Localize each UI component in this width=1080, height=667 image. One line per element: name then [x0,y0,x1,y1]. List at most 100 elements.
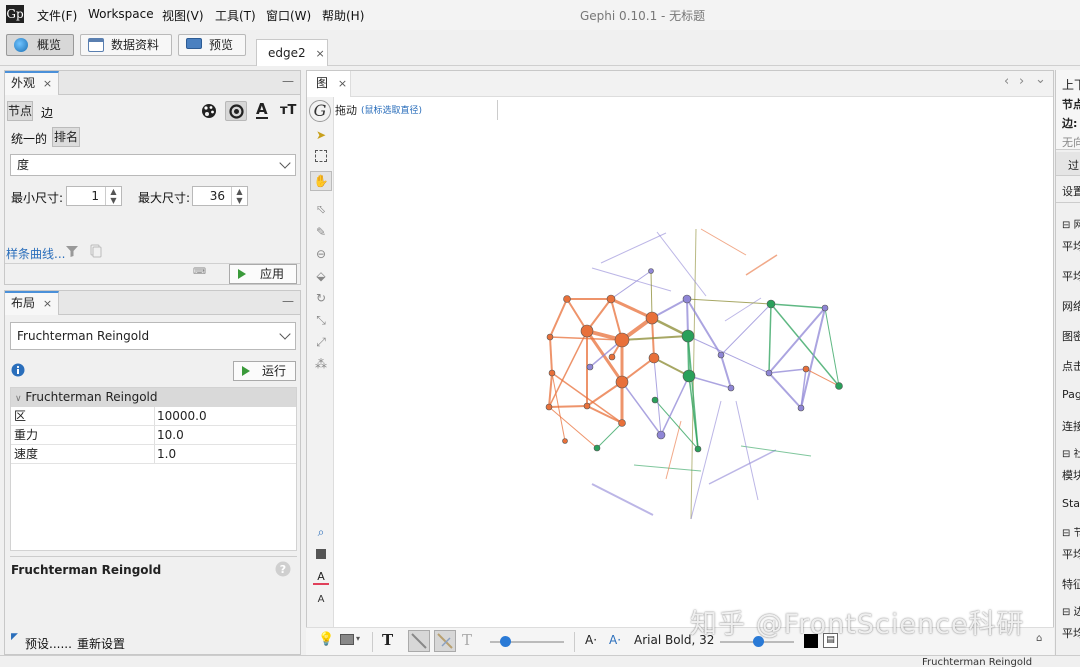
graph-node[interactable] [727,384,735,392]
graph-canvas[interactable] [335,123,1051,628]
edge-pencil-icon[interactable]: ⤡ [313,312,329,328]
heat-map-icon[interactable]: ⁂ [313,356,329,372]
mode-overview-button[interactable]: 概览 [6,34,74,56]
graph-node[interactable] [546,333,554,341]
copy-icon[interactable] [89,244,103,258]
reset-link[interactable]: 重新设置 [77,635,125,652]
attribute-select[interactable]: 度 [10,154,296,176]
graph-node[interactable] [821,304,829,312]
chevron-right-icon[interactable]: › [1019,74,1024,89]
tab-graph[interactable]: 图 × [307,71,351,97]
info-icon[interactable] [11,363,25,377]
graph-node[interactable] [563,295,571,303]
graph-node[interactable] [765,369,773,377]
label-size-icon[interactable]: A [313,592,329,608]
chevron-left-icon[interactable]: ‹ [1004,74,1009,89]
filter-icon[interactable] [65,244,79,258]
label-size-icon[interactable]: тT [280,103,296,118]
graph-node[interactable] [615,375,629,389]
graph-node[interactable] [545,403,553,411]
graph-node[interactable] [802,365,810,373]
chevron-down-icon[interactable]: ⌄ [1035,72,1046,87]
graph-node[interactable] [583,402,591,410]
node-overview-header[interactable]: ⊟ 节 [1062,524,1080,539]
max-size-stepper[interactable]: 36 ▲ ▼ [192,186,248,206]
property-value[interactable]: 1.0 [157,445,176,463]
palette-icon[interactable] [201,103,217,119]
min-size-stepper[interactable]: 1 ▲ ▼ [66,186,122,206]
settings-label[interactable]: 设置 [1062,183,1080,199]
pointer-help-icon[interactable]: ⬁ [313,201,329,217]
close-icon[interactable]: × [338,77,347,90]
presets-link[interactable]: 预设...... [25,635,72,652]
menu-file[interactable]: 文件(F) [37,7,77,24]
property-value[interactable]: 10.0 [157,426,184,444]
graph-node[interactable] [580,324,594,338]
filters-tab[interactable]: 过 [1056,152,1080,176]
network-overview-header[interactable]: ⊟ 网 [1062,216,1080,231]
community-header[interactable]: ⊟ 社 [1062,445,1080,460]
rectangle-select-icon[interactable] [315,150,327,162]
graph-node[interactable] [681,329,695,343]
menu-help[interactable]: 帮助(H) [322,7,364,24]
drag-tool-icon[interactable]: ✋ [310,171,332,191]
graph-node[interactable] [797,404,805,412]
spline-link[interactable]: 样条曲线... [6,245,65,262]
menu-window[interactable]: 窗口(W) [266,7,311,24]
graph-node[interactable] [648,268,654,274]
apply-button[interactable]: 应用 [229,264,297,284]
tab-appearance[interactable]: 外观 × [5,71,60,95]
help-icon[interactable]: ? [275,561,291,577]
edge-overview-header[interactable]: ⊟ 边 [1062,603,1080,618]
stepper-arrows-icon[interactable]: ▲ ▼ [105,187,121,205]
graph-node[interactable] [608,353,616,361]
subtab-nodes[interactable]: 节点 [7,101,33,121]
graph-node[interactable] [656,430,666,440]
workspace-tab[interactable]: edge2 × [256,39,328,66]
graph-node[interactable] [651,396,659,404]
close-icon[interactable]: × [43,297,52,310]
label-color-icon[interactable]: A [256,101,268,119]
menu-workspace[interactable]: Workspace [88,7,154,21]
graph-node[interactable] [682,294,692,304]
zoom-fit-icon[interactable]: ⌕ [313,524,329,540]
mode-data-laboratory-button[interactable]: 数据资料 [80,34,172,56]
shortest-path-icon[interactable]: ⤢ [313,334,329,350]
graph-node[interactable] [835,382,843,390]
collapse-icon[interactable]: ⌂ [1036,633,1042,644]
screenshot-icon[interactable] [340,634,354,645]
minimize-icon[interactable]: — [282,74,294,88]
mode-preview-button[interactable]: 预览 [178,34,246,56]
property-value[interactable]: 10000.0 [157,407,207,425]
graph-node[interactable] [648,352,660,364]
graph-node[interactable] [586,363,594,371]
font-size-up-icon[interactable]: A· [609,633,621,647]
pointer-icon[interactable]: ➤ [313,127,329,143]
graph-node[interactable] [766,299,776,309]
graph-node[interactable] [614,332,630,348]
run-button[interactable]: 运行 [233,361,296,381]
edge-color-toggle[interactable] [408,630,430,652]
close-icon[interactable]: × [315,47,324,60]
paint-bucket-icon[interactable]: ⬙ [313,268,329,284]
menu-view[interactable]: 视图(V) [162,7,204,24]
sizer-icon[interactable]: ⊖ [313,246,329,262]
property-group-header[interactable]: ∨ Fruchterman Reingold [11,388,296,407]
stepper-arrows-icon[interactable]: ▲ ▼ [231,187,247,205]
minimize-icon[interactable]: — [282,294,294,308]
edge-weight-toggle[interactable] [434,630,456,652]
painter-icon[interactable]: ✎ [313,224,329,240]
graph-node[interactable] [593,444,601,452]
graph-node[interactable] [606,294,616,304]
mode-ranking[interactable]: 排名 [52,127,80,147]
rotate-icon[interactable]: ↻ [313,290,329,306]
close-icon[interactable]: × [43,77,52,90]
menu-tools[interactable]: 工具(T) [215,7,256,24]
drag-hint[interactable]: (鼠标选取直径) [361,103,422,116]
subtab-edges[interactable]: 边 [41,104,53,121]
lightbulb-icon[interactable]: 💡 [318,632,334,647]
property-row-area[interactable]: 区 10000.0 [11,407,296,426]
background-color-icon[interactable] [316,549,326,559]
mode-unique[interactable]: 统一的 [11,130,47,147]
graph-node[interactable] [694,445,702,453]
